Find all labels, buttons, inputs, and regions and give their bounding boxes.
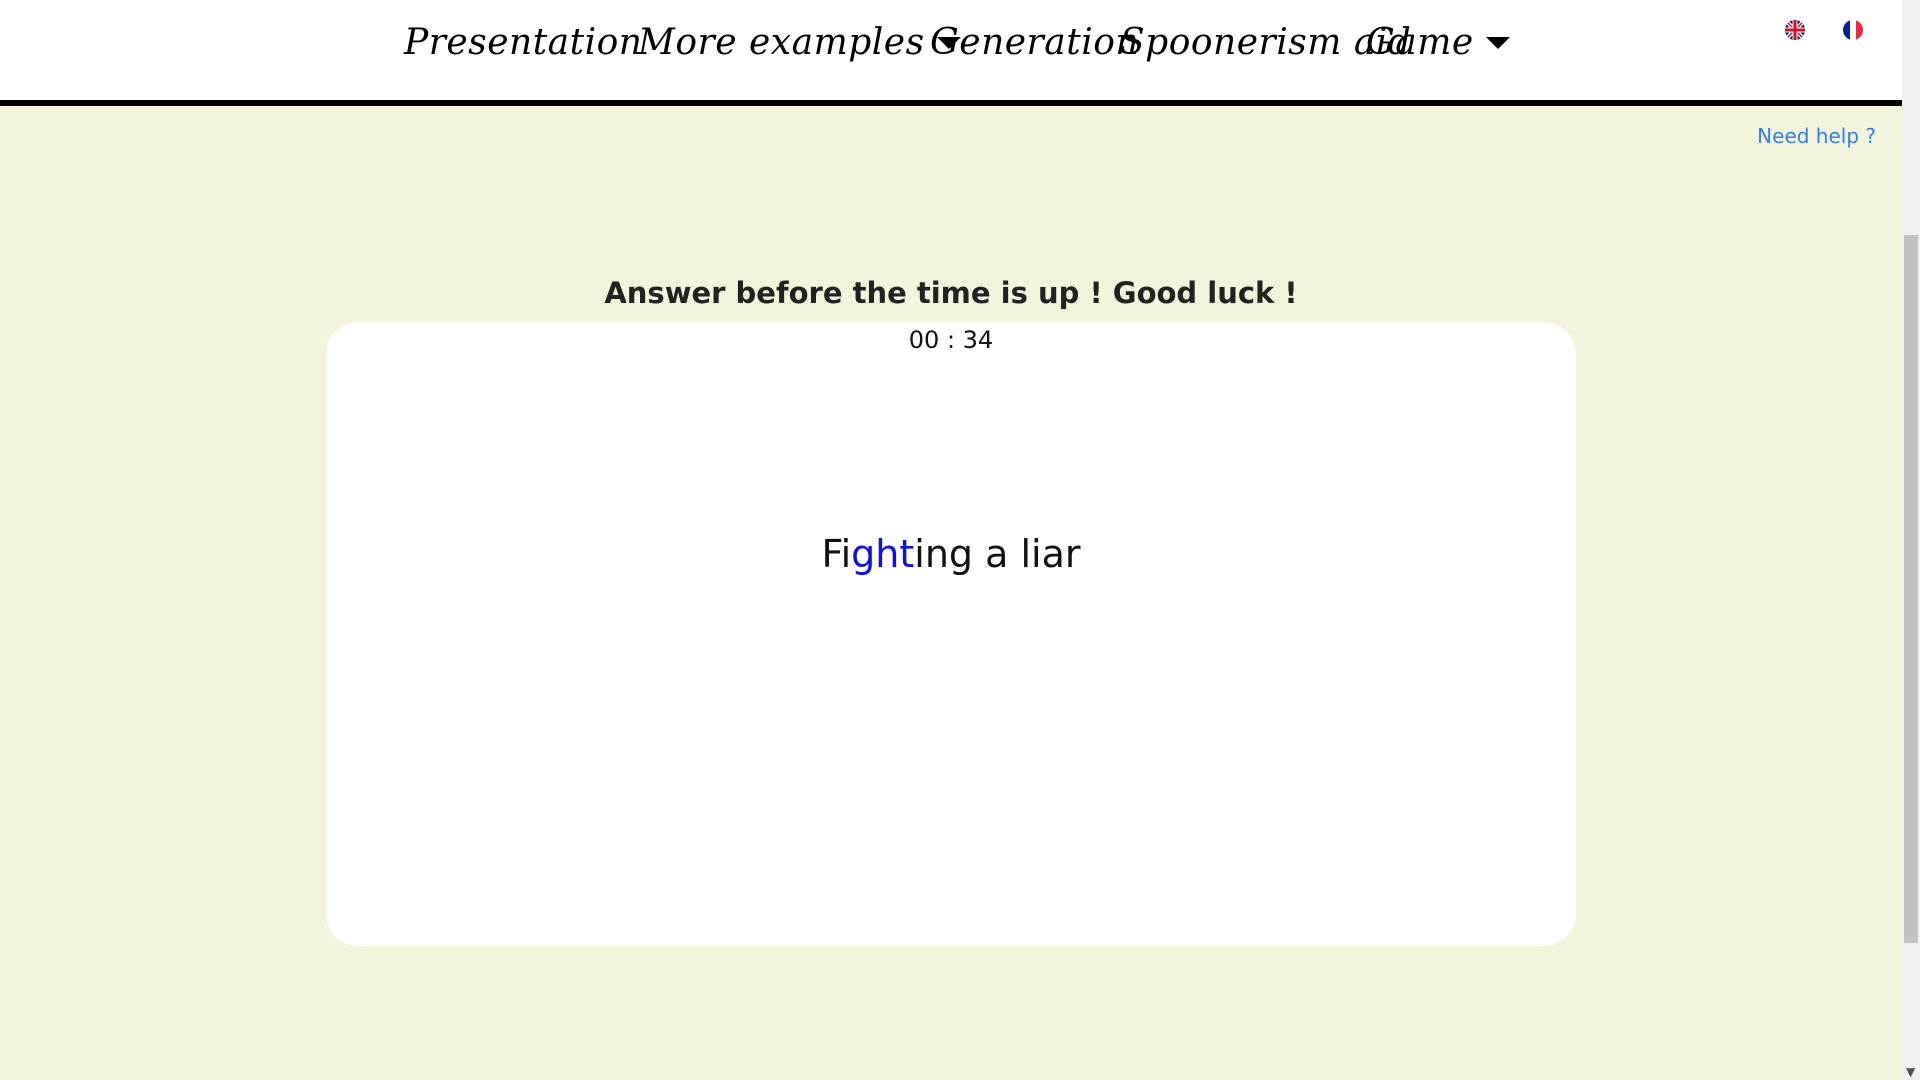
nav-game[interactable]: Game <box>1366 22 1510 63</box>
nav-generation[interactable]: Generation <box>930 22 1139 63</box>
top-navbar: Presentation More examples Generation Sp… <box>0 0 1902 106</box>
france-flag-icon[interactable] <box>1843 20 1863 40</box>
nav-generation-label: Generation <box>930 22 1140 63</box>
scroll-down-arrow-icon[interactable]: ▼ <box>1906 1066 1915 1078</box>
game-instruction-heading: Answer before the time is up ! Good luck… <box>604 276 1298 310</box>
nav-more-examples-label: More examples <box>638 22 925 63</box>
uk-flag-icon[interactable] <box>1785 20 1805 40</box>
vertical-scrollbar[interactable]: ▼ <box>1902 0 1920 1080</box>
nav-game-label: Game <box>1366 22 1474 63</box>
nav-presentation[interactable]: Presentation <box>404 22 642 63</box>
phrase-start: Fi <box>821 532 852 576</box>
phrase-highlight: ght <box>851 532 915 576</box>
scrollbar-thumb[interactable] <box>1904 235 1918 943</box>
nav-presentation-label: Presentation <box>404 22 643 63</box>
countdown-timer: 00 : 34 <box>908 326 994 354</box>
spoonerism-phrase: Fighting a liar <box>326 532 1576 576</box>
phrase-end: ing a liar <box>914 532 1081 576</box>
need-help-link[interactable]: Need help ? <box>1757 124 1876 148</box>
nav-more-examples[interactable]: More examples <box>638 22 961 63</box>
chevron-down-icon <box>1485 37 1510 49</box>
game-card: 00 : 34 Fighting a liar <box>326 322 1576 946</box>
